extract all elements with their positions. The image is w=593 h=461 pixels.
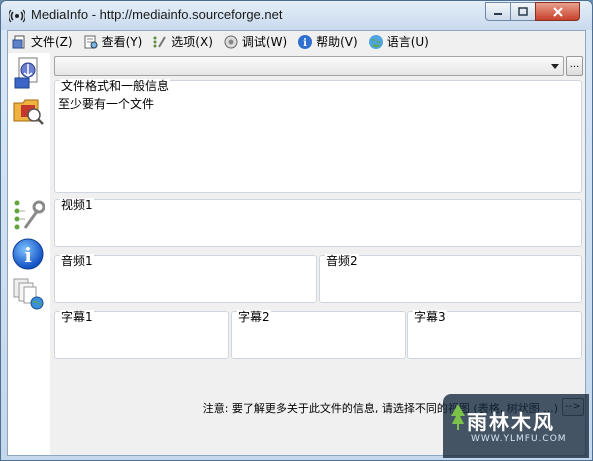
svg-text:i: i — [303, 38, 307, 49]
options-icon — [153, 35, 167, 48]
text1-legend: 字幕1 — [60, 310, 94, 324]
menu-view-label: 查看(Y) — [101, 35, 143, 49]
help-icon: i — [298, 34, 313, 49]
audio2-legend: 音频2 — [325, 254, 359, 268]
sidebar-open-folder-button[interactable] — [11, 93, 45, 127]
window-title: MediaInfo - http://mediainfo.sourceforge… — [31, 7, 283, 22]
text2-group: 字幕2 — [231, 310, 406, 359]
open-file-icon — [14, 57, 38, 89]
file-icon — [12, 35, 25, 48]
sidebar-about-button[interactable]: i — [11, 237, 45, 271]
maximize-button[interactable] — [510, 2, 536, 21]
mediainfo-app-icon — [8, 8, 26, 24]
menu-debug[interactable]: 调试(W) — [219, 32, 291, 52]
menu-options-label: 选项(X) — [171, 35, 213, 49]
about-icon: i — [12, 238, 44, 270]
watermark-logo: 雨林木风 WWW.YLMFU.COM — [443, 394, 589, 458]
menu-debug-label: 调试(W) — [241, 35, 288, 49]
video1-legend: 视频1 — [60, 198, 94, 212]
audio2-group: 音频2 — [319, 254, 582, 303]
video1-group: 视频1 — [54, 198, 582, 247]
menu-file[interactable]: 文件(Z) — [8, 32, 77, 52]
sidebar: i — [8, 53, 50, 455]
menu-help[interactable]: i 帮助(V) — [293, 32, 362, 52]
sidebar-preferences-button[interactable] — [11, 198, 46, 232]
audio1-legend: 音频1 — [60, 254, 94, 268]
minimize-button[interactable] — [485, 2, 511, 21]
audio1-group: 音频1 — [54, 254, 317, 303]
text3-legend: 字幕3 — [413, 310, 447, 324]
title-bar[interactable]: MediaInfo - http://mediainfo.sourceforge… — [1, 1, 592, 30]
web-info-icon — [13, 278, 44, 310]
view-icon — [84, 35, 98, 48]
menu-file-label: 文件(Z) — [31, 35, 73, 49]
menu-view[interactable]: 查看(Y) — [79, 32, 147, 52]
svg-text:i: i — [24, 243, 32, 267]
language-icon — [368, 34, 383, 49]
text2-legend: 字幕2 — [237, 310, 271, 324]
chevron-down-icon — [551, 64, 559, 69]
menu-language-label: 语言(U) — [386, 35, 429, 49]
menu-help-label: 帮助(V) — [316, 35, 358, 49]
browse-button[interactable]: ... — [566, 56, 583, 76]
minimize-icon — [494, 12, 502, 15]
watermark-subtitle: WWW.YLMFU.COM — [471, 434, 567, 444]
client-area: 文件(Z) 查看(Y) 选项(X) 调试(W) i 帮助(V) 语言(U) i … — [7, 30, 586, 456]
menu-options[interactable]: 选项(X) — [148, 32, 217, 52]
main-window: MediaInfo - http://mediainfo.sourceforge… — [0, 0, 593, 461]
sidebar-web-info-button[interactable] — [11, 277, 45, 311]
menu-bar: 文件(Z) 查看(Y) 选项(X) 调试(W) i 帮助(V) 语言(U) — [8, 31, 585, 52]
sidebar-open-file-button[interactable] — [11, 56, 45, 90]
tree-logo-icon — [451, 404, 465, 430]
close-button[interactable] — [535, 2, 580, 21]
menu-language[interactable]: 语言(U) — [364, 32, 433, 52]
close-icon — [552, 6, 563, 17]
text3-group: 字幕3 — [407, 310, 582, 359]
preferences-icon — [14, 200, 46, 230]
open-folder-icon — [13, 99, 44, 125]
general-info-group: 文件格式和一般信息 至少要有一个文件 — [54, 79, 582, 193]
file-select-combobox[interactable] — [54, 56, 564, 76]
general-info-legend: 文件格式和一般信息 — [60, 79, 171, 93]
debug-icon — [224, 35, 238, 48]
watermark-title: 雨林木风 — [467, 410, 555, 434]
text1-group: 字幕1 — [54, 310, 229, 359]
maximize-icon — [518, 6, 528, 16]
general-info-text: 至少要有一个文件 — [58, 97, 155, 111]
